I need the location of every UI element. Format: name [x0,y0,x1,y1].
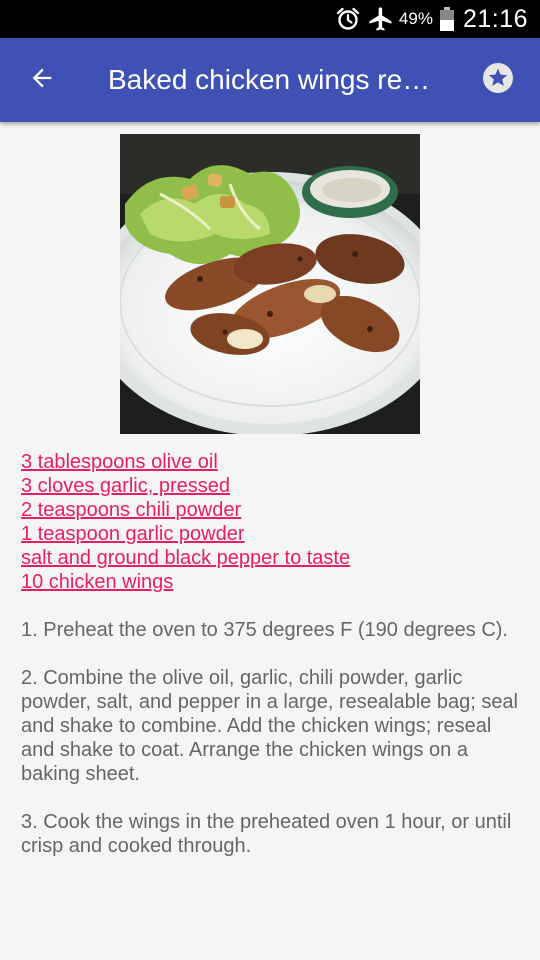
arrow-back-icon [28,64,56,97]
instruction-step: 1. Preheat the oven to 375 degrees F (19… [21,619,508,641]
ingredient-link[interactable]: salt and ground black pepper to taste [21,546,521,570]
airplane-mode-icon [367,5,395,33]
status-bar: 49% 21:16 [0,0,540,38]
clock: 21:16 [462,4,528,33]
ingredient-list: 3 tablespoons olive oil 3 cloves garlic,… [21,450,521,594]
ingredient-link[interactable]: 10 chicken wings [21,570,521,594]
ingredient-link[interactable]: 1 teaspoon garlic powder [21,522,521,546]
battery-icon [439,6,455,32]
instruction-step: 2. Combine the olive oil, garlic, chili … [21,667,519,785]
instruction-step: 3. Cook the wings in the preheated oven … [21,811,512,857]
favorite-button[interactable] [474,58,522,102]
instructions: 1. Preheat the oven to 375 degrees F (19… [21,618,527,882]
ingredient-link[interactable]: 3 tablespoons olive oil [21,450,521,474]
alarm-icon [335,6,361,32]
recipe-photo [120,134,420,434]
battery-percent: 49% [398,9,433,28]
ingredient-link[interactable]: 3 cloves garlic, pressed [21,474,521,498]
ingredient-link[interactable]: 2 teaspoons chili powder [21,498,521,522]
star-icon [482,62,514,99]
back-button[interactable] [18,58,66,102]
page-title: Baked chicken wings re… [108,64,431,95]
app-bar: Baked chicken wings re… [0,38,540,122]
